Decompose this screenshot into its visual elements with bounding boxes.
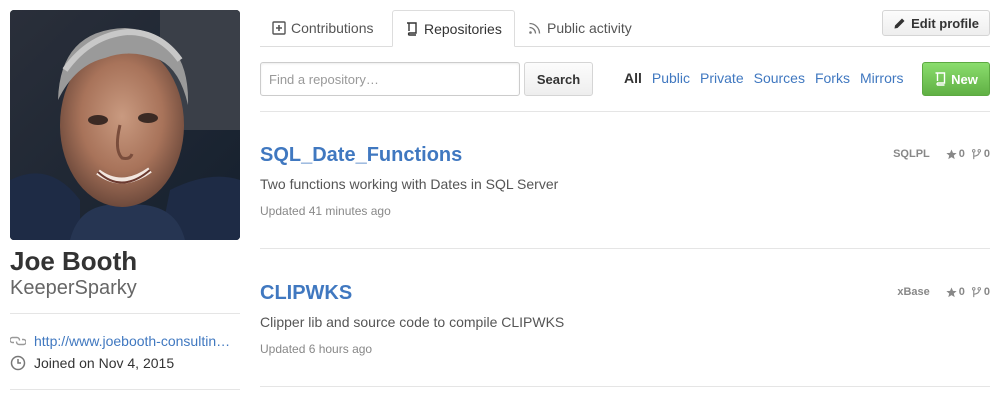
filter-public[interactable]: Public [652, 70, 690, 88]
star-icon [946, 286, 957, 297]
repo-updated-time: Updated 6 hours ago [260, 342, 373, 356]
website-link[interactable]: http://www.joebooth-consultin… [34, 332, 230, 350]
forks-link[interactable]: 0 [971, 286, 990, 298]
tab-label: Repositories [424, 20, 502, 37]
diff-added-icon [272, 21, 286, 35]
tab-label: Contributions [291, 20, 374, 36]
repo-type-filters: All Public Private Sources Forks Mirrors [624, 70, 914, 88]
repo-description: Two functions working with Dates in SQL … [260, 176, 559, 192]
divider [260, 386, 990, 387]
edit-profile-label: Edit profile [911, 15, 979, 31]
profile-avatar[interactable] [10, 10, 240, 240]
filter-private[interactable]: Private [700, 70, 744, 88]
rss-icon [529, 22, 541, 34]
filter-all[interactable]: All [624, 70, 642, 88]
repo-description: Clipper lib and source code to compile C… [260, 314, 565, 330]
avatar-photo [10, 10, 240, 240]
repo-stats: xBase 0 0 [897, 286, 990, 298]
divider [260, 111, 990, 112]
repo-updated-time: Updated 41 minutes ago [260, 204, 391, 218]
fork-icon [971, 286, 981, 297]
divider [10, 389, 240, 390]
new-repo-label: New [951, 71, 978, 87]
tab-label: Public activity [547, 20, 632, 36]
fork-icon [971, 148, 981, 159]
new-repo-button[interactable]: New [922, 62, 990, 96]
profile-joined: Joined on Nov 4, 2015 [10, 354, 240, 372]
repo-language: SQLPL [893, 148, 930, 160]
star-icon [946, 148, 957, 159]
fork-count: 0 [983, 148, 990, 160]
repo-book-icon [407, 21, 417, 36]
fork-count: 0 [983, 286, 990, 298]
divider [10, 313, 240, 314]
repo-list-item: CLIPWKS xBase 0 0 Clipper lib and source… [260, 280, 990, 400]
tab-contributions[interactable]: Contributions [272, 10, 374, 46]
profile-website: http://www.joebooth-consultin… [10, 332, 240, 350]
pencil-icon [894, 18, 905, 28]
divider [260, 248, 990, 249]
repo-search-input[interactable] [260, 62, 520, 96]
repo-list-item: SQL_Date_Functions SQLPL 0 0 Two functio… [260, 142, 990, 262]
link-icon [10, 336, 26, 346]
stargazers-link[interactable]: 0 [946, 148, 965, 160]
filter-mirrors[interactable]: Mirrors [860, 70, 904, 88]
forks-link[interactable]: 0 [971, 148, 990, 160]
repo-name-link[interactable]: SQL_Date_Functions [260, 142, 462, 168]
tab-repositories[interactable]: Repositories [392, 10, 515, 47]
clock-icon [10, 355, 26, 371]
star-count: 0 [958, 286, 965, 298]
profile-fullname: Joe Booth [10, 246, 138, 276]
repo-stats: SQLPL 0 0 [893, 148, 990, 160]
edit-profile-button[interactable]: Edit profile [882, 10, 990, 36]
filter-forks[interactable]: Forks [815, 70, 850, 88]
joined-date: Joined on Nov 4, 2015 [34, 355, 175, 371]
stargazers-link[interactable]: 0 [946, 286, 965, 298]
profile-username: KeeperSparky [10, 277, 137, 299]
profile-tabs: Contributions Repositories Public activi… [260, 10, 990, 47]
filter-sources[interactable]: Sources [754, 70, 805, 88]
repo-language: xBase [897, 286, 930, 298]
star-count: 0 [958, 148, 965, 160]
tab-public-activity[interactable]: Public activity [528, 10, 632, 46]
search-button[interactable]: Search [524, 62, 593, 96]
repo-name-link[interactable]: CLIPWKS [260, 280, 352, 306]
repo-book-icon [935, 72, 946, 86]
